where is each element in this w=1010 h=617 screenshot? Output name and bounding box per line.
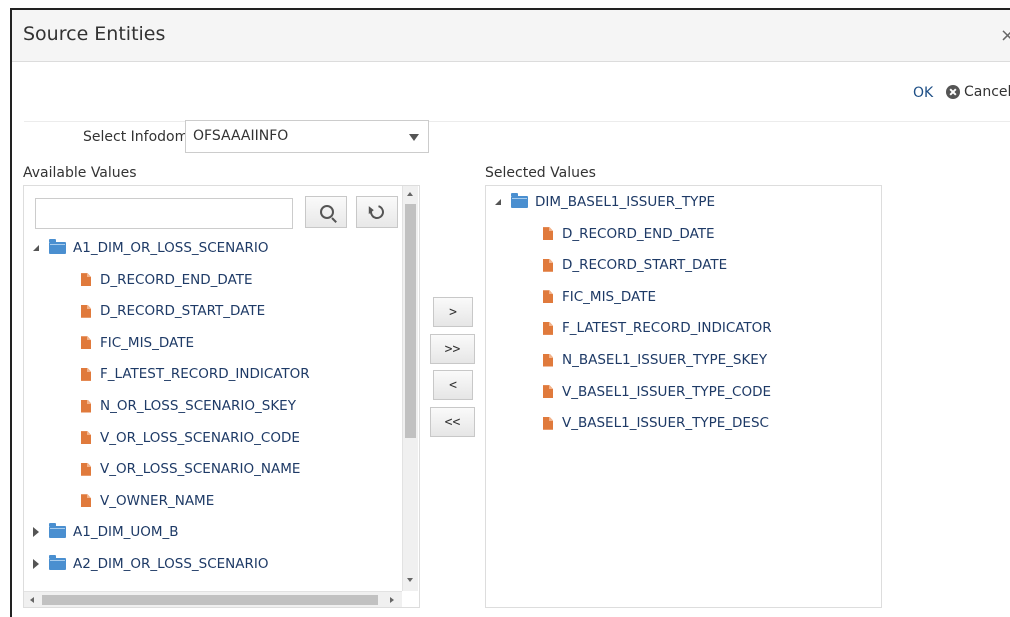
- folder-icon: [49, 523, 66, 539]
- file-icon: [81, 431, 91, 445]
- dialog-title: Source Entities: [23, 23, 166, 45]
- file-icon: [81, 336, 91, 350]
- tree-node-column[interactable]: D_RECORD_END_DATE: [543, 223, 715, 245]
- tree-node-folder[interactable]: A1_DIM_UOM_B: [33, 521, 179, 543]
- tree-node-folder[interactable]: A2_DIM_OR_LOSS_SCENARIO: [33, 553, 269, 575]
- tree-node-label: V_OWNER_NAME: [100, 492, 215, 509]
- dialog-titlebar: Source Entities ×: [12, 10, 1010, 62]
- available-values-panel: A1_DIM_OR_LOSS_SCENARIO D_RECORD_END_DATE…: [23, 185, 420, 608]
- tree-node-label: FIC_MIS_DATE: [562, 288, 656, 305]
- search-input[interactable]: [35, 198, 293, 229]
- collapse-triangle-icon[interactable]: [495, 199, 501, 205]
- scroll-down-icon[interactable]: [407, 578, 413, 582]
- tree-node-column[interactable]: V_OWNER_NAME: [81, 490, 214, 512]
- file-icon: [543, 290, 553, 304]
- close-icon[interactable]: ×: [1000, 25, 1010, 46]
- file-icon: [81, 462, 91, 476]
- tree-node-column[interactable]: F_LATEST_RECORD_INDICATOR: [81, 363, 310, 385]
- cancel-label: Cancel: [964, 84, 1010, 100]
- tree-node-folder[interactable]: A1_DIM_OR_LOSS_SCENARIO: [33, 237, 269, 259]
- search-button[interactable]: [305, 196, 347, 228]
- cancel-button[interactable]: Cancel: [946, 84, 1010, 100]
- file-icon: [81, 494, 91, 508]
- tree-node-label: V_OR_LOSS_SCENARIO_NAME: [100, 461, 301, 478]
- file-icon: [81, 367, 91, 381]
- tree-node-label: D_RECORD_START_DATE: [100, 303, 266, 320]
- horizontal-scrollbar[interactable]: [24, 591, 402, 607]
- tree-node-column[interactable]: FIC_MIS_DATE: [81, 332, 194, 354]
- infodom-selected-value: OFSAAAIINFO: [193, 128, 289, 144]
- file-icon: [543, 416, 553, 430]
- dropdown-arrow-icon: [409, 134, 419, 141]
- vertical-scrollbar[interactable]: [402, 186, 418, 591]
- tree-node-column[interactable]: F_LATEST_RECORD_INDICATOR: [543, 317, 772, 339]
- tree-node-column[interactable]: D_RECORD_START_DATE: [543, 254, 727, 276]
- tree-node-label: D_RECORD_END_DATE: [100, 271, 253, 288]
- tree-node-folder[interactable]: DIM_BASEL1_ISSUER_TYPE: [495, 191, 715, 213]
- folder-icon: [511, 193, 528, 208]
- file-icon: [81, 304, 91, 318]
- folder-icon: [49, 239, 66, 254]
- file-icon: [81, 273, 91, 287]
- horizontal-scroll-thumb[interactable]: [42, 595, 378, 605]
- infodom-label: Select Infodom: [83, 129, 189, 145]
- file-icon: [543, 385, 553, 399]
- search-icon: [320, 205, 334, 219]
- tree-node-label: N_OR_LOSS_SCENARIO_SKEY: [100, 398, 296, 414]
- file-icon: [543, 321, 553, 335]
- tree-node-label: V_OR_LOSS_SCENARIO_CODE: [100, 429, 300, 446]
- reset-button[interactable]: [356, 196, 398, 228]
- tree-node-column[interactable]: N_OR_LOSS_SCENARIO_SKEY: [81, 395, 296, 417]
- expand-triangle-icon[interactable]: [33, 559, 39, 569]
- refresh-icon: [367, 202, 387, 222]
- tree-node-column[interactable]: FIC_MIS_DATE: [543, 286, 656, 308]
- remove-button[interactable]: <: [433, 370, 473, 400]
- tree-node-label: FIC_MIS_DATE: [100, 334, 194, 351]
- tree-node-label: D_RECORD_END_DATE: [562, 225, 715, 242]
- expand-triangle-icon[interactable]: [33, 527, 39, 538]
- tree-node-column[interactable]: D_RECORD_END_DATE: [81, 269, 253, 291]
- vertical-scroll-thumb[interactable]: [405, 204, 416, 438]
- tree-node-column[interactable]: V_OR_LOSS_SCENARIO_NAME: [81, 458, 300, 480]
- ok-button[interactable]: OK: [913, 85, 933, 101]
- tree-node-column[interactable]: V_BASEL1_ISSUER_TYPE_CODE: [543, 381, 771, 403]
- collapse-triangle-icon[interactable]: [33, 245, 39, 251]
- remove-all-button[interactable]: <<: [430, 407, 475, 437]
- move-all-button[interactable]: >>: [430, 334, 475, 364]
- infodom-select[interactable]: OFSAAAIINFO: [185, 120, 429, 153]
- file-icon: [543, 258, 553, 272]
- tree-node-label: F_LATEST_RECORD_INDICATOR: [100, 366, 310, 383]
- cancel-circle-x-icon: [946, 85, 960, 99]
- tree-node-column[interactable]: V_BASEL1_ISSUER_TYPE_DESC: [543, 412, 769, 434]
- scroll-right-icon[interactable]: [390, 597, 394, 603]
- tree-node-column[interactable]: D_RECORD_START_DATE: [81, 300, 265, 322]
- tree-node-column[interactable]: N_BASEL1_ISSUER_TYPE_SKEY: [543, 349, 767, 371]
- move-button[interactable]: >: [433, 297, 473, 327]
- tree-node-label: N_BASEL1_ISSUER_TYPE_SKEY: [562, 352, 768, 368]
- folder-icon: [49, 555, 66, 570]
- tree-node-label: D_RECORD_START_DATE: [562, 257, 728, 274]
- file-icon: [81, 399, 91, 413]
- file-icon: [543, 227, 553, 241]
- toolbar-divider: [24, 121, 1010, 122]
- tree-node-label: A1_DIM_UOM_B: [73, 524, 179, 541]
- scroll-up-icon[interactable]: [407, 192, 413, 196]
- tree-node-label: A2_DIM_OR_LOSS_SCENARIO: [73, 556, 269, 572]
- tree-node-label: A1_DIM_OR_LOSS_SCENARIO: [73, 240, 269, 256]
- selected-values-panel: DIM_BASEL1_ISSUER_TYPE D_RECORD_END_DATE D…: [485, 185, 882, 608]
- selected-values-label: Selected Values: [485, 165, 596, 181]
- tree-node-label: V_BASEL1_ISSUER_TYPE_DESC: [562, 415, 769, 432]
- file-icon: [543, 353, 553, 367]
- tree-node-label: DIM_BASEL1_ISSUER_TYPE: [535, 194, 716, 210]
- source-entities-dialog: Source Entities × OK Cancel Select Infod…: [10, 8, 1010, 617]
- tree-node-label: V_BASEL1_ISSUER_TYPE_CODE: [562, 383, 771, 400]
- tree-node-label: F_LATEST_RECORD_INDICATOR: [562, 320, 772, 337]
- tree-node-column[interactable]: V_OR_LOSS_SCENARIO_CODE: [81, 427, 300, 449]
- available-values-label: Available Values: [23, 165, 137, 181]
- scroll-left-icon[interactable]: [30, 597, 34, 603]
